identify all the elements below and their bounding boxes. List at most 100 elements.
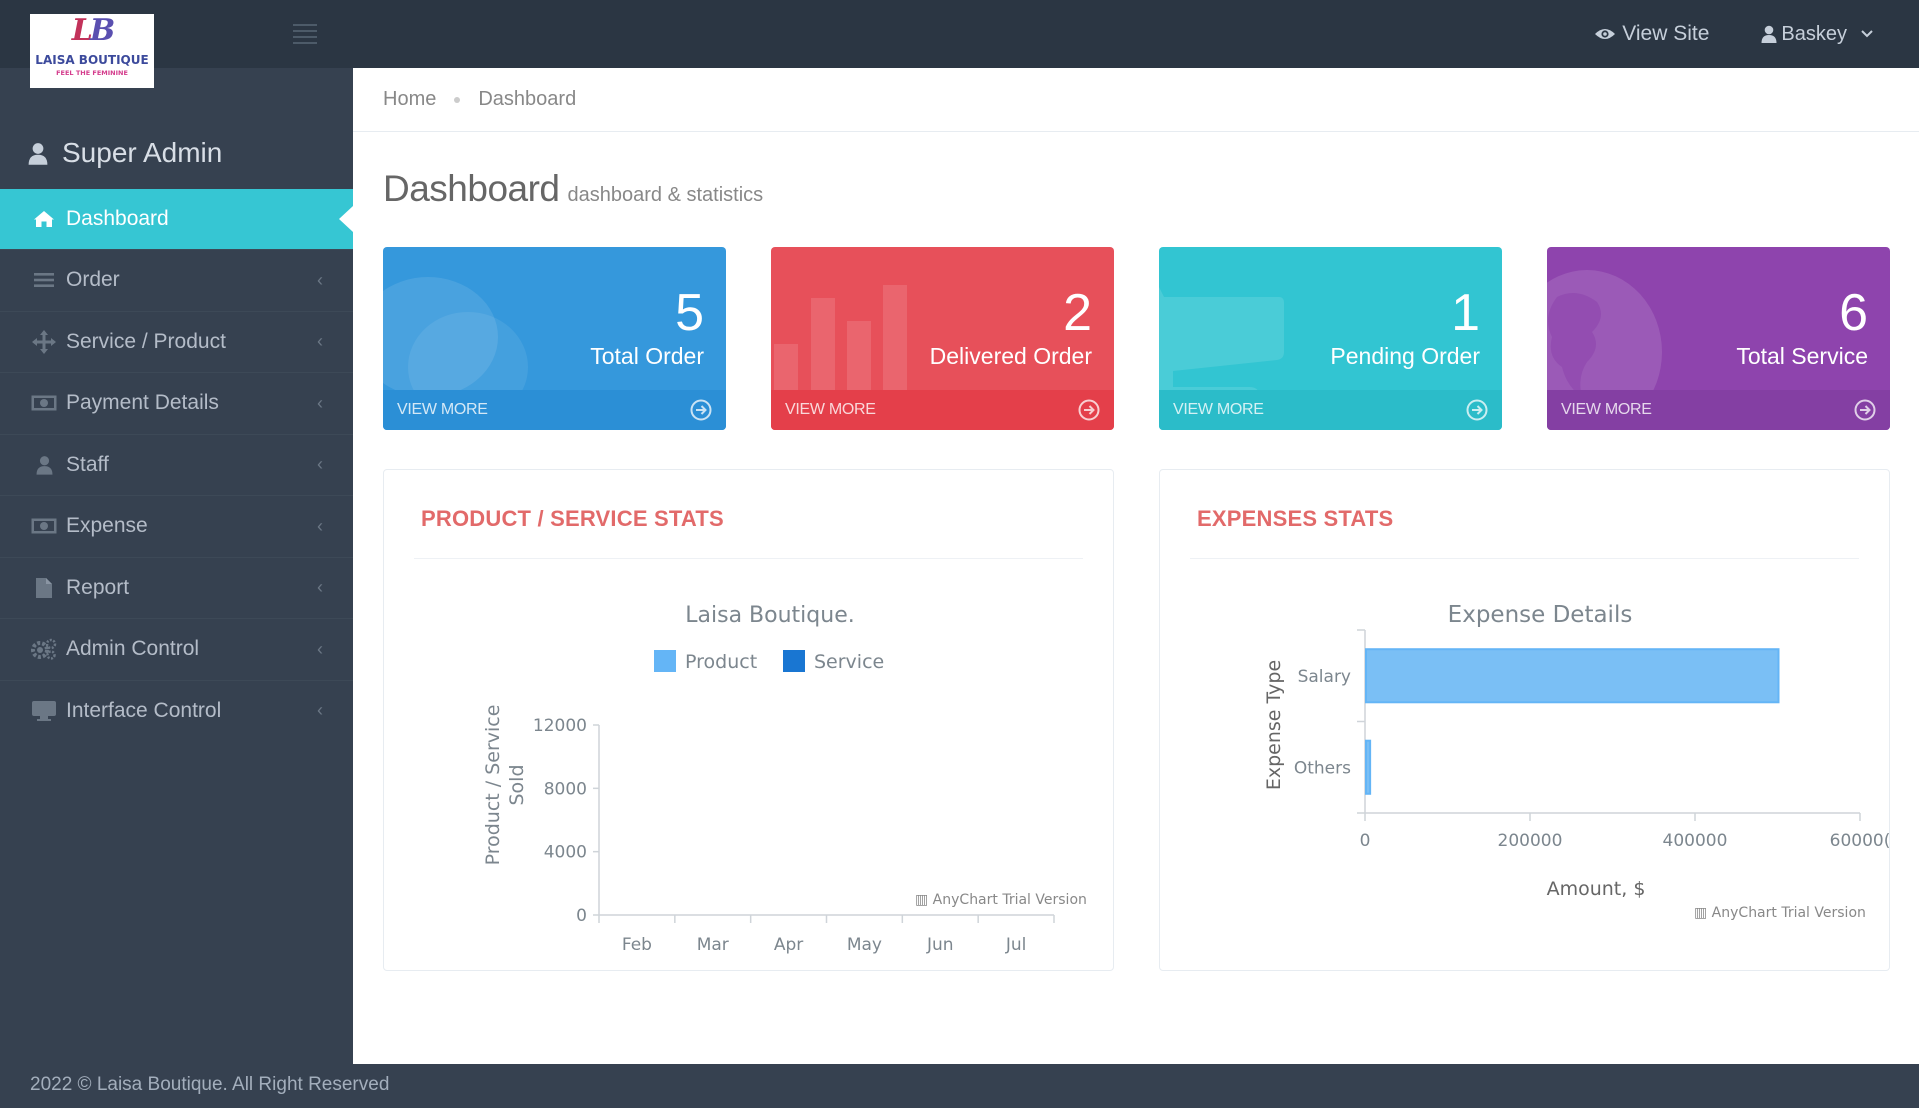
x-axis-label: Amount, $ [1547, 878, 1646, 900]
view-more-label: VIEW MORE [1173, 401, 1264, 418]
view-site-link[interactable]: View Site [1594, 22, 1709, 46]
footer: 2022 © Laisa Boutique. All Right Reserve… [0, 1064, 1919, 1108]
chart-title: Laisa Boutique. [685, 603, 854, 628]
main-content: Home Dashboard Dashboard dashboard & sta… [353, 68, 1919, 1064]
chevron-down-icon [1861, 30, 1873, 38]
view-more-link[interactable]: VIEW MORE [383, 390, 726, 430]
user-icon [25, 455, 63, 475]
watermark: ▥ AnyChart Trial Version [1694, 905, 1866, 921]
sidebar-item-label: Report [66, 575, 130, 599]
user-name: Baskey [1781, 22, 1847, 45]
panel-title: PRODUCT / SERVICE STATS [421, 506, 724, 531]
y-tick-label: 4000 [544, 843, 587, 863]
legend-swatch-service [783, 650, 805, 672]
chart-legend: Product Service [654, 650, 884, 673]
user-dropdown[interactable]: Baskey [1761, 23, 1877, 46]
legend-label-product: Product [685, 651, 757, 673]
product-service-chart: Laisa Boutique. Product Service Product … [482, 603, 1087, 955]
arrow-circle-right-icon [1466, 399, 1488, 421]
x-tick-label: 400000 [1663, 831, 1728, 851]
view-more-label: VIEW MORE [1561, 401, 1652, 418]
money-icon [25, 518, 63, 534]
sidebar-item-payment-details[interactable]: Payment Details ‹ [0, 372, 353, 434]
stat-card-pending-order[interactable]: 1 Pending Order VIEW MORE [1159, 247, 1502, 430]
sidebar-menu: Dashboard Order ‹ Service / Product ‹ Pa… [0, 189, 353, 741]
sidebar-item-admin-control[interactable]: Admin Control ‹ [0, 618, 353, 680]
user-icon [28, 142, 48, 165]
sidebar-item-label: Order [66, 268, 120, 292]
view-more-link[interactable]: VIEW MORE [1547, 390, 1890, 430]
arrow-circle-right-icon [1078, 399, 1100, 421]
chevron-left-icon: ‹ [317, 269, 323, 290]
y-axis-label: Expense Type [1263, 660, 1285, 790]
arrow-circle-right-icon [690, 399, 712, 421]
chevron-left-icon: ‹ [317, 392, 323, 413]
y-tick-label: 8000 [544, 779, 587, 799]
money-icon [25, 395, 63, 411]
sidebar-item-order[interactable]: Order ‹ [0, 249, 353, 311]
chart-axes: 0 4000 8000 12000 Feb Mar Apr May Jun Jul [533, 716, 1055, 955]
sidebar-item-staff[interactable]: Staff ‹ [0, 433, 353, 496]
x-tick-label: May [847, 935, 882, 955]
legend-label-service: Service [814, 651, 884, 673]
stat-label: Pending Order [1330, 343, 1480, 369]
sidebar-item-label: Dashboard [66, 207, 169, 230]
sidebar-item-expense[interactable]: Expense ‹ [0, 495, 353, 557]
page-title: Dashboard dashboard & statistics [383, 168, 763, 210]
expense-chart: Expense Details Expense Type Amount, $ 0… [1263, 602, 1891, 921]
x-tick-label: 60000( [1830, 831, 1891, 851]
stat-label: Total Order [590, 343, 704, 369]
breadcrumb-separator [454, 96, 461, 103]
view-site-label: View Site [1622, 22, 1710, 45]
sidebar-item-label: Expense [66, 514, 148, 538]
logo-tagline: FEEL THE FEMININE [56, 69, 128, 77]
chart-bars [1365, 648, 1780, 795]
view-more-link[interactable]: VIEW MORE [1159, 390, 1502, 430]
top-header: LB LAISA BOUTIQUE FEEL THE FEMININE View… [0, 0, 1919, 88]
stat-value: 5 [675, 284, 704, 342]
view-more-label: VIEW MORE [785, 401, 876, 418]
chevron-left-icon: ‹ [317, 577, 323, 598]
home-icon [25, 210, 63, 228]
bar-others [1365, 739, 1372, 795]
y-tick-label: 12000 [533, 716, 587, 736]
x-tick-label: Feb [622, 935, 652, 955]
breadcrumb: Home Dashboard [353, 68, 1919, 132]
logo[interactable]: LB LAISA BOUTIQUE FEEL THE FEMININE [30, 14, 154, 88]
sidebar-item-label: Staff [66, 452, 109, 476]
stat-card-total-order[interactable]: 5 Total Order VIEW MORE [383, 247, 726, 430]
sidebar: Super Admin Dashboard Order ‹ Service / … [0, 68, 353, 1064]
view-more-link[interactable]: VIEW MORE [771, 390, 1114, 430]
sidebar-item-service-product[interactable]: Service / Product ‹ [0, 310, 353, 373]
x-tick-label: 200000 [1498, 831, 1563, 851]
page-title-text: Dashboard [383, 168, 560, 209]
y-tick-label: Others [1294, 758, 1351, 778]
list-icon [25, 272, 63, 288]
x-tick-label: Jul [1005, 935, 1027, 955]
stat-card-delivered-order[interactable]: 2 Delivered Order VIEW MORE [771, 247, 1114, 430]
sidebar-user-label: Super Admin [62, 137, 223, 168]
sidebar-item-interface-control[interactable]: Interface Control ‹ [0, 679, 353, 742]
sidebar-item-label: Admin Control [66, 637, 200, 661]
sidebar-item-dashboard[interactable]: Dashboard [0, 189, 353, 249]
breadcrumb-home[interactable]: Home [383, 88, 436, 111]
panel-divider [414, 558, 1083, 559]
y-tick-label: Salary [1298, 667, 1351, 687]
chevron-left-icon: ‹ [317, 515, 323, 536]
watermark: ▥ AnyChart Trial Version [915, 892, 1087, 908]
hamburger-icon[interactable] [293, 24, 317, 44]
y-axis-label: Product / Service Sold [482, 705, 528, 866]
footer-copyright: 2022 © Laisa Boutique. All Right Reserve… [30, 1074, 390, 1095]
chevron-left-icon: ‹ [317, 700, 323, 721]
stat-card-total-service[interactable]: 6 Total Service VIEW MORE [1547, 247, 1890, 430]
sidebar-item-report[interactable]: Report ‹ [0, 556, 353, 619]
chart-title: Expense Details [1448, 602, 1633, 628]
eye-icon [1595, 29, 1616, 39]
arrow-circle-right-icon [1854, 399, 1876, 421]
sidebar-user: Super Admin [28, 128, 222, 178]
x-tick-label: Mar [697, 935, 729, 955]
expenses-panel: EXPENSES STATS Expense Details Expense T… [1159, 469, 1890, 971]
panel-title: EXPENSES STATS [1197, 506, 1394, 531]
stat-value: 1 [1451, 284, 1480, 342]
x-tick-label: Jun [926, 935, 954, 955]
